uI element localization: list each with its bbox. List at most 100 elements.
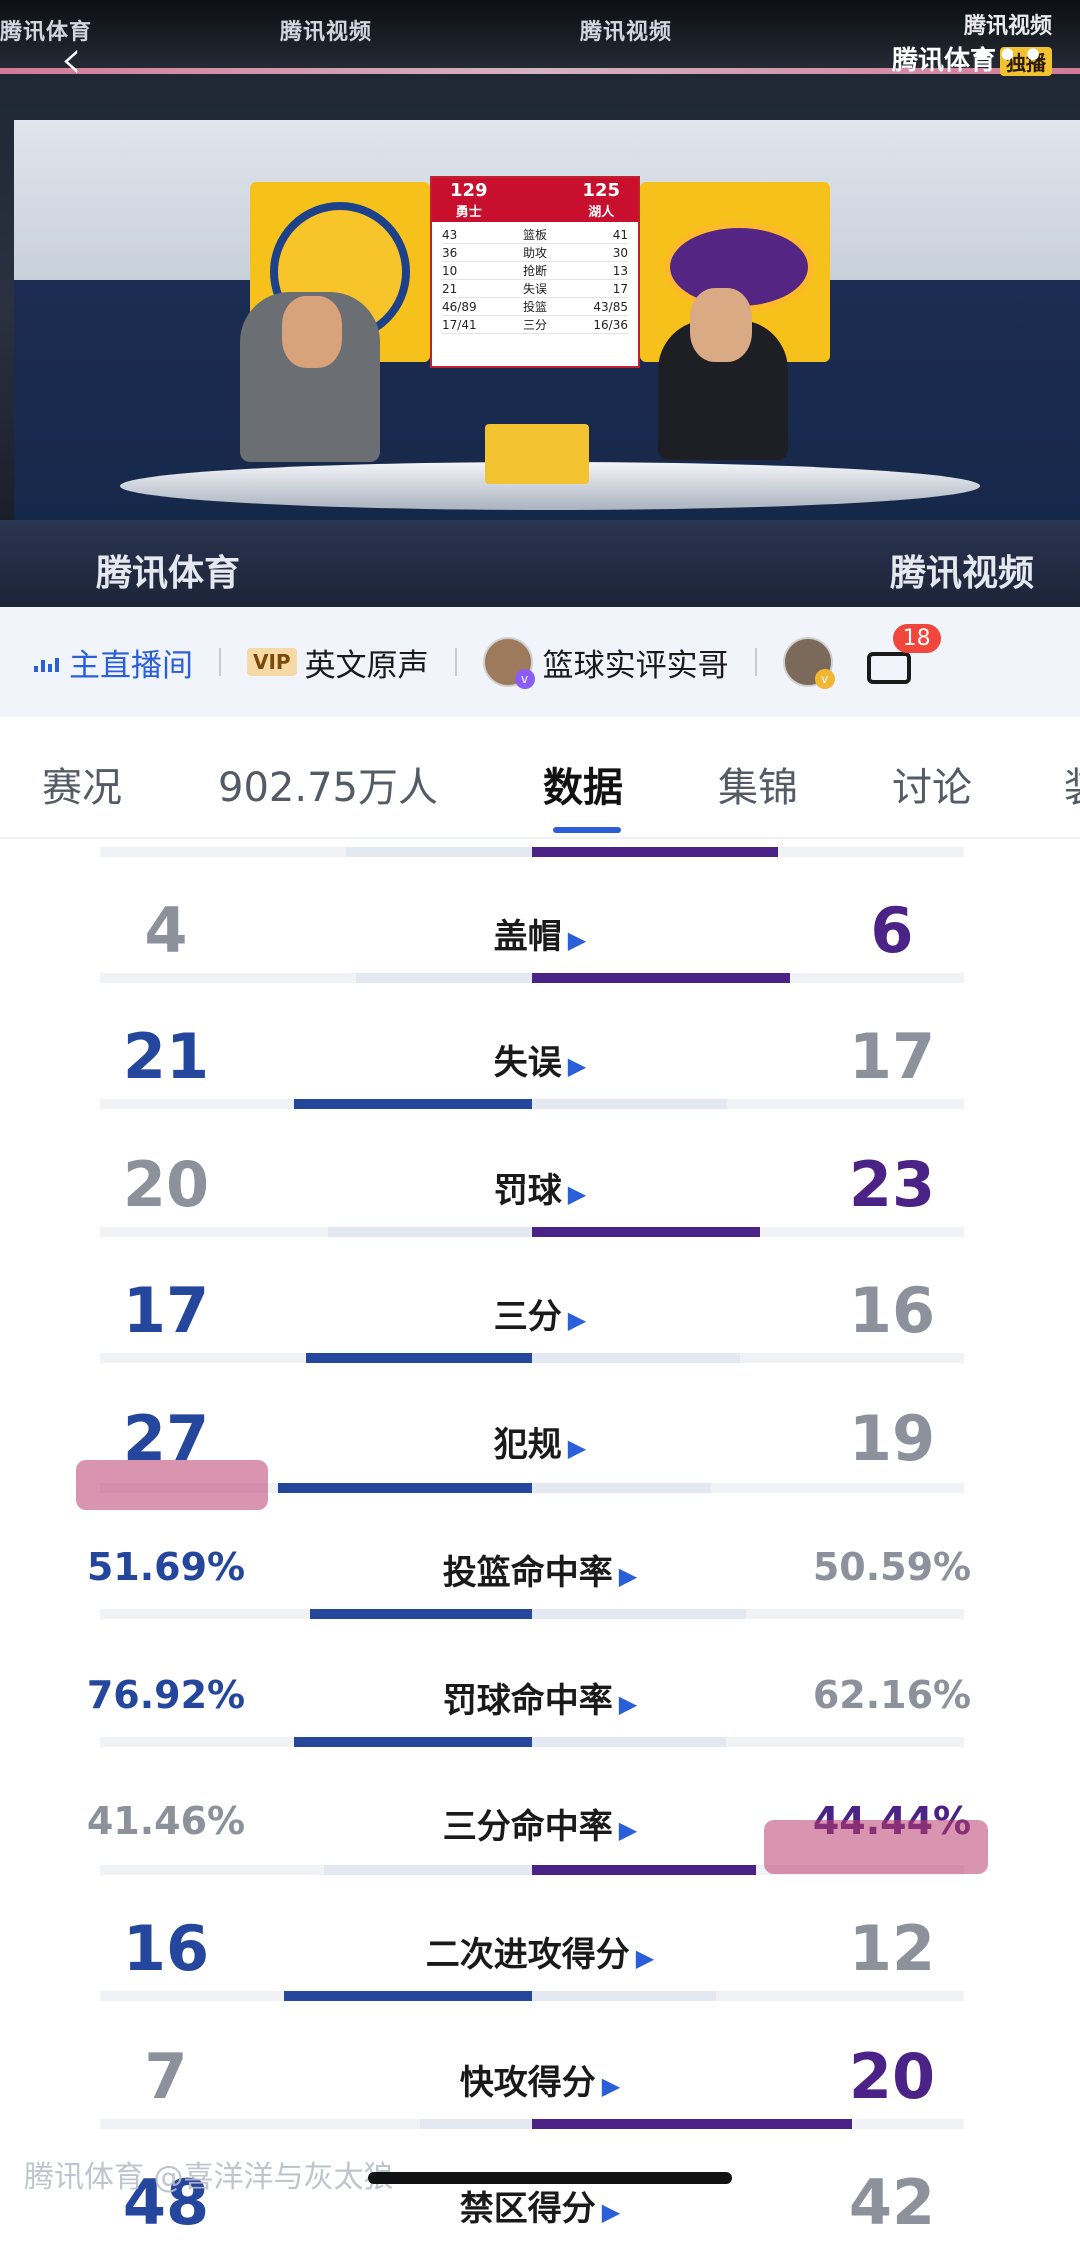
- home-value: 4: [144, 894, 188, 967]
- commentator-avatar: v: [482, 637, 535, 689]
- tv-list-button[interactable]: 18: [866, 624, 941, 684]
- play-arrow-icon: ▶: [567, 1434, 587, 1462]
- scoreboard-row: 21 失误 17: [442, 282, 628, 298]
- play-arrow-icon: ▶: [601, 2198, 621, 2226]
- english-audio-button[interactable]: VIP 英文原声: [247, 640, 429, 685]
- video-player[interactable]: 腾讯体育 腾讯视频 腾讯视频 129 勇士 125 湖人 43 篮板 41 36 助攻…: [0, 0, 1080, 607]
- stat-row-fg-pct[interactable]: 51.69% 投篮命中率 ▶ 50.59%: [0, 1527, 1080, 1617]
- home-indicator[interactable]: [368, 2172, 732, 2184]
- away-team: 湖人: [588, 205, 615, 220]
- back-button[interactable]: ‹: [60, 32, 100, 88]
- top-watermark: 腾讯视频: [580, 20, 673, 45]
- home-value: 7: [144, 2040, 188, 2113]
- tab-data[interactable]: 数据: [543, 755, 623, 813]
- stat-label: 罚球命中率 ▶: [442, 1681, 638, 1721]
- play-arrow-icon: ▶: [567, 926, 587, 954]
- home-value: 76.92%: [86, 1673, 246, 1717]
- stat-bar: [100, 1227, 964, 1237]
- play-arrow-icon: ▶: [618, 1690, 638, 1718]
- stat-row-turnovers[interactable]: 21 失误 ▶ 17: [0, 1017, 1080, 1107]
- second-commentator-button[interactable]: v: [782, 637, 843, 689]
- desk-sponsor-sign: [485, 424, 589, 484]
- divider: [219, 648, 221, 676]
- more-button[interactable]: •••: [970, 36, 1045, 76]
- stat-row-free-throws[interactable]: 20 罚球 ▶ 23: [0, 1145, 1080, 1235]
- scoreboard-row: 46/89 投篮 43/85: [442, 300, 628, 316]
- home-value: 16: [122, 1912, 210, 1985]
- scoreboard-row: 43 篮板 41: [442, 228, 628, 244]
- stat-label: 失误 ▶: [493, 1043, 587, 1083]
- play-arrow-icon: ▶: [601, 2072, 621, 2100]
- vip-badge: VIP: [247, 648, 297, 676]
- away-value: 17: [848, 1020, 936, 1093]
- stat-label: 二次进攻得分 ▶: [425, 1935, 655, 1975]
- away-value: 23: [848, 1148, 936, 1221]
- stat-bar: [100, 1737, 964, 1747]
- scoreboard-row: 10 抢断 13: [442, 264, 628, 280]
- divider: [454, 648, 457, 676]
- play-arrow-icon: ▶: [635, 1944, 655, 1972]
- play-arrow-icon: ▶: [618, 1562, 638, 1590]
- play-arrow-icon: ▶: [618, 1816, 638, 1844]
- footer-watermark: 腾讯体育 @喜洋洋与灰太狼: [24, 2160, 394, 2195]
- active-tab-indicator: [553, 827, 621, 833]
- home-value: 17: [122, 1274, 210, 1347]
- more-dots-icon: •••: [970, 33, 1047, 79]
- privacy-blur: [76, 1460, 268, 1510]
- tab-game-status[interactable]: 赛况: [42, 755, 122, 813]
- away-value: 12: [848, 1912, 936, 1985]
- away-value: 16: [848, 1274, 936, 1347]
- play-arrow-icon: ▶: [567, 1180, 587, 1208]
- video-bottom-banner: 腾讯体育 腾讯视频: [0, 520, 1080, 607]
- stat-row-second-chance[interactable]: 16 二次进攻得分 ▶ 12: [0, 1909, 1080, 1999]
- chevron-left-icon: ‹: [60, 27, 83, 92]
- tv-count-badge: 18: [892, 624, 941, 653]
- scoreboard-row: 17/41 三分 16/36: [442, 318, 628, 334]
- stat-bar: [100, 1609, 964, 1619]
- play-arrow-icon: ▶: [567, 1306, 587, 1334]
- tab-highlights[interactable]: 集锦: [718, 755, 798, 813]
- stat-row-blocks[interactable]: 4 盖帽 ▶ 6: [0, 891, 1080, 981]
- home-value: 20: [122, 1148, 210, 1221]
- stat-bar: [100, 973, 964, 983]
- privacy-blur: [764, 1820, 988, 1874]
- stat-label: 盖帽 ▶: [493, 917, 587, 957]
- stat-bar: [100, 1353, 964, 1363]
- live-signal-icon: [34, 652, 59, 672]
- away-value: 19: [848, 1402, 936, 1475]
- away-value: 6: [870, 894, 914, 967]
- stat-row-threes[interactable]: 17 三分 ▶ 16: [0, 1271, 1080, 1361]
- commentator-label: 篮球实评实哥: [542, 647, 729, 684]
- stat-row-ft-pct[interactable]: 76.92% 罚球命中率 ▶ 62.16%: [0, 1655, 1080, 1745]
- home-score: 129: [450, 180, 488, 201]
- team-stats-list: 4 盖帽 ▶ 6 21 失误 ▶ 17 20 罚球 ▶ 23 17 三分 ▶ 16 27…: [0, 839, 1080, 2239]
- top-watermark: 腾讯视频: [280, 20, 373, 45]
- verified-icon: v: [514, 669, 535, 689]
- stat-label: 快攻得分 ▶: [459, 2063, 621, 2103]
- tab-viewers[interactable]: 902.75万人: [218, 755, 438, 813]
- away-value: 50.59%: [812, 1545, 972, 1589]
- home-value: 21: [122, 1020, 210, 1093]
- main-room-label: 主直播间: [69, 647, 193, 684]
- stat-label: 三分命中率 ▶: [442, 1807, 638, 1847]
- main-room-button[interactable]: 主直播间: [34, 640, 193, 685]
- home-team: 勇士: [455, 205, 482, 220]
- stat-label: 投篮命中率 ▶: [442, 1553, 638, 1593]
- host-left-head: [282, 296, 342, 368]
- stat-label: 三分 ▶: [493, 1297, 587, 1337]
- stat-bar: [100, 1991, 964, 2001]
- tab-more[interactable]: 装: [1064, 755, 1080, 813]
- tab-discussion[interactable]: 讨论: [892, 755, 972, 813]
- host-right-head: [690, 288, 752, 362]
- away-value: 20: [848, 2040, 936, 2113]
- room-switch-bar: 主直播间 VIP 英文原声 v 篮球实评实哥 v 18: [0, 607, 1080, 717]
- stat-bar: [100, 1099, 964, 1109]
- home-value: 41.46%: [86, 1799, 246, 1843]
- divider: [754, 648, 757, 676]
- stat-bar: [100, 2119, 964, 2129]
- verified-icon: v: [814, 669, 835, 689]
- commentator-room-button[interactable]: v 篮球实评实哥: [482, 637, 729, 689]
- stat-label: 罚球 ▶: [493, 1171, 587, 1211]
- stat-row-fastbreak[interactable]: 7 快攻得分 ▶ 20: [0, 2037, 1080, 2127]
- tv-scoreboard: 129 勇士 125 湖人 43 篮板 41 36 助攻 30 10 抢断 13 21 失误 1…: [430, 176, 640, 368]
